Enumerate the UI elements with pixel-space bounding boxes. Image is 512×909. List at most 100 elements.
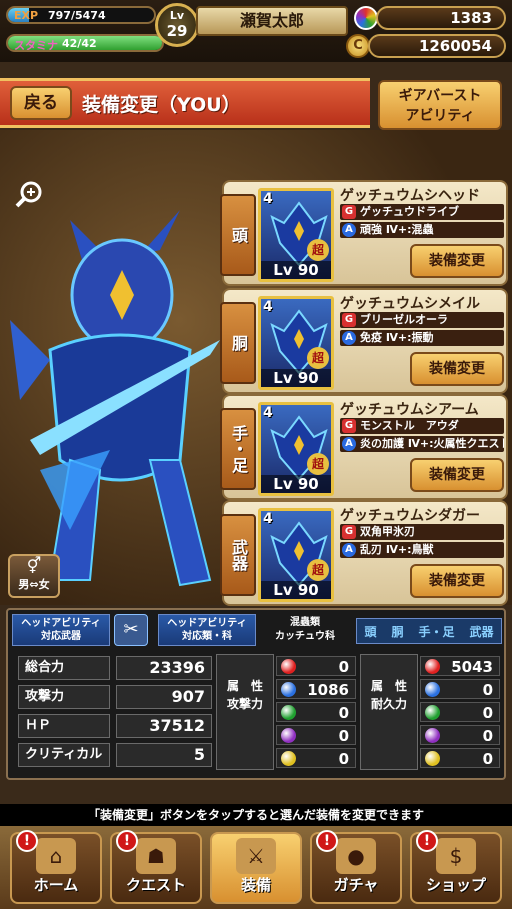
nav-gacha[interactable]: ● ガチャ! (310, 830, 402, 904)
change-equip-button[interactable]: 装備変更 (410, 564, 504, 598)
stamina-bar: スタミナ 42/42 (6, 34, 164, 52)
stat-label-critical: クリティカル (18, 743, 110, 767)
attr-atk-value: 1086 (307, 681, 349, 699)
attr-atk-row: 0 (276, 656, 356, 676)
equip-portrait[interactable]: 4 超 Lv 90 (258, 296, 334, 390)
exp-bar: EXP 797/5474 (6, 6, 156, 24)
equip-name: ゲッチュウムシダガー (340, 508, 480, 524)
attr-def-row: 0 (420, 725, 500, 745)
attr-atk-row: 1086 (276, 679, 356, 699)
back-label: 戻る (24, 93, 58, 113)
attr-def-value: 0 (482, 750, 493, 768)
equip-portrait[interactable]: 4 超 Lv 90 (258, 402, 334, 496)
stat-value-hp: 37512 (116, 714, 212, 738)
nav-label: ガチャ (333, 876, 379, 894)
slot-label: 手・足 (220, 408, 256, 490)
head-ability-b-label: ヘッドアビリティ (167, 618, 247, 629)
attr-atk-value: 0 (338, 658, 349, 676)
gear-skill-text: 双角甲氷刃 (360, 525, 415, 538)
nav-equip[interactable]: ⚔ 装備 (210, 832, 302, 904)
attr-atk-row: 0 (276, 702, 356, 722)
bottom-nav: ⌂ ホーム! ☗ クエスト! ⚔ 装備 ● ガチャ! $ ショップ! (0, 826, 512, 909)
slot-label: 胴 (220, 302, 256, 384)
part-body[interactable]: 胴 (391, 623, 403, 640)
gender-icon: ⚥ (26, 556, 42, 575)
equip-card-weapon[interactable]: 武器 4 超 Lv 90 ゲッチュウムシダガー G 双角甲氷刃 A 乱刃 Ⅳ+:鳥獣… (220, 500, 508, 606)
gear-skill: G モンストル アウダ (340, 418, 504, 434)
change-equip-button[interactable]: 装備変更 (410, 352, 504, 386)
gender-toggle-button[interactable]: ⚥ 男⇔女 (8, 554, 60, 598)
equip-icon: ⚔ (236, 838, 276, 874)
level-label: Lv (169, 9, 185, 22)
gear-skill-text: ゲッチュウドライブ (360, 205, 459, 218)
attr-attack-label-box: 属 性 攻撃力 (216, 654, 274, 770)
change-equip-button[interactable]: 装備変更 (410, 244, 504, 278)
ability-skill-text: 炎の加護 Ⅳ+:火属性クエスト (360, 437, 504, 450)
coin-icon: C (346, 34, 370, 58)
ability-skill-text: 乱刃 Ⅳ+:鳥獣 (360, 543, 434, 556)
exp-label: EXP (14, 9, 39, 22)
attr-def-value: 0 (482, 727, 493, 745)
part-arms[interactable]: 手・足 (418, 623, 454, 640)
gear-burst-ability-button[interactable]: ギアバースト アビリティ (378, 80, 502, 130)
ability-skill-icon: A (342, 543, 356, 557)
element-orb-icon (281, 682, 296, 697)
home-icon: ⌂ (36, 838, 76, 874)
nav-shop[interactable]: $ ショップ! (410, 830, 502, 904)
equip-name: ゲッチュウムシアーム (340, 402, 479, 418)
element-orb-icon (425, 751, 440, 766)
equip-level: Lv 90 (261, 475, 331, 493)
ability-skill: A 免疫 Ⅳ+:振動 (340, 330, 504, 346)
element-orb-icon (281, 751, 296, 766)
stat-label-attack: 攻撃力 (18, 685, 110, 709)
ability-skill-icon: A (342, 331, 356, 345)
element-orb-icon (425, 682, 440, 697)
part-head[interactable]: 頭 (364, 623, 376, 640)
gear-skill-text: ブリーゼルオーラ (360, 313, 448, 326)
element-orb-icon (425, 728, 440, 743)
element-orb-icon (425, 705, 440, 720)
equip-portrait[interactable]: 4 超 Lv 90 (258, 188, 334, 282)
part-weapon[interactable]: 武器 (469, 623, 493, 640)
gem-icon (354, 6, 378, 30)
super-badge: 超 (307, 347, 329, 369)
nav-label: 装備 (240, 876, 271, 894)
attr-atk-value: 0 (338, 727, 349, 745)
stat-value-attack: 907 (116, 685, 212, 709)
stat-label-total: 総合力 (18, 656, 110, 680)
attr-atk-value: 0 (338, 750, 349, 768)
stat-value-critical: 5 (116, 743, 212, 767)
attr-atk-row: 0 (276, 748, 356, 768)
type-info: 混蟲類 カッチュウ科 (260, 616, 350, 644)
super-badge: 超 (307, 239, 329, 261)
ability-skill-text: 頑強 Ⅳ+:混蟲 (360, 223, 434, 236)
head-ability-type-label: 対応類・科 (182, 631, 232, 642)
alert-badge-icon: ! (416, 830, 438, 852)
weapon-type-icon: ✂ (114, 614, 148, 646)
super-badge: 超 (307, 453, 329, 475)
gear-skill-icon: G (342, 525, 356, 539)
equip-card-head[interactable]: 頭 4 超 Lv 90 ゲッチュウムシヘッド G ゲッチュウドライブ A 頑強 Ⅳ+… (220, 180, 508, 286)
gear-skill: G ゲッチュウドライブ (340, 204, 504, 220)
nav-label: クエスト (125, 876, 186, 894)
equip-card-body[interactable]: 胴 4 超 Lv 90 ゲッチュウムシメイル G ブリーゼルオーラ A 免疫 Ⅳ+:… (220, 288, 508, 394)
nav-home[interactable]: ⌂ ホーム! (10, 830, 102, 904)
alert-badge-icon: ! (116, 830, 138, 852)
type-family: カッチュウ科 (275, 631, 335, 642)
change-equip-button[interactable]: 装備変更 (410, 458, 504, 492)
back-button[interactable]: 戻る (10, 86, 72, 120)
nav-quest[interactable]: ☗ クエスト! (110, 830, 202, 904)
element-orb-icon (281, 659, 296, 674)
element-orb-icon (281, 728, 296, 743)
head-ability-weapon-header: ヘッドアビリティ 対応武器 (12, 614, 110, 646)
nav-label: ショップ (425, 876, 486, 894)
attr-def-row: 0 (420, 748, 500, 768)
gem-count: 1383 (376, 6, 506, 30)
equip-level: Lv 90 (261, 369, 331, 387)
gear-skill-icon: G (342, 419, 356, 433)
equip-portrait[interactable]: 4 超 Lv 90 (258, 508, 334, 602)
equip-card-arms[interactable]: 手・足 4 超 Lv 90 ゲッチュウムシアーム G モンストル アウダ A 炎の加… (220, 394, 508, 500)
exp-text: 797/5474 (48, 9, 106, 22)
gear-burst-label-2: アビリティ (405, 108, 475, 124)
attr-atk-row: 0 (276, 725, 356, 745)
